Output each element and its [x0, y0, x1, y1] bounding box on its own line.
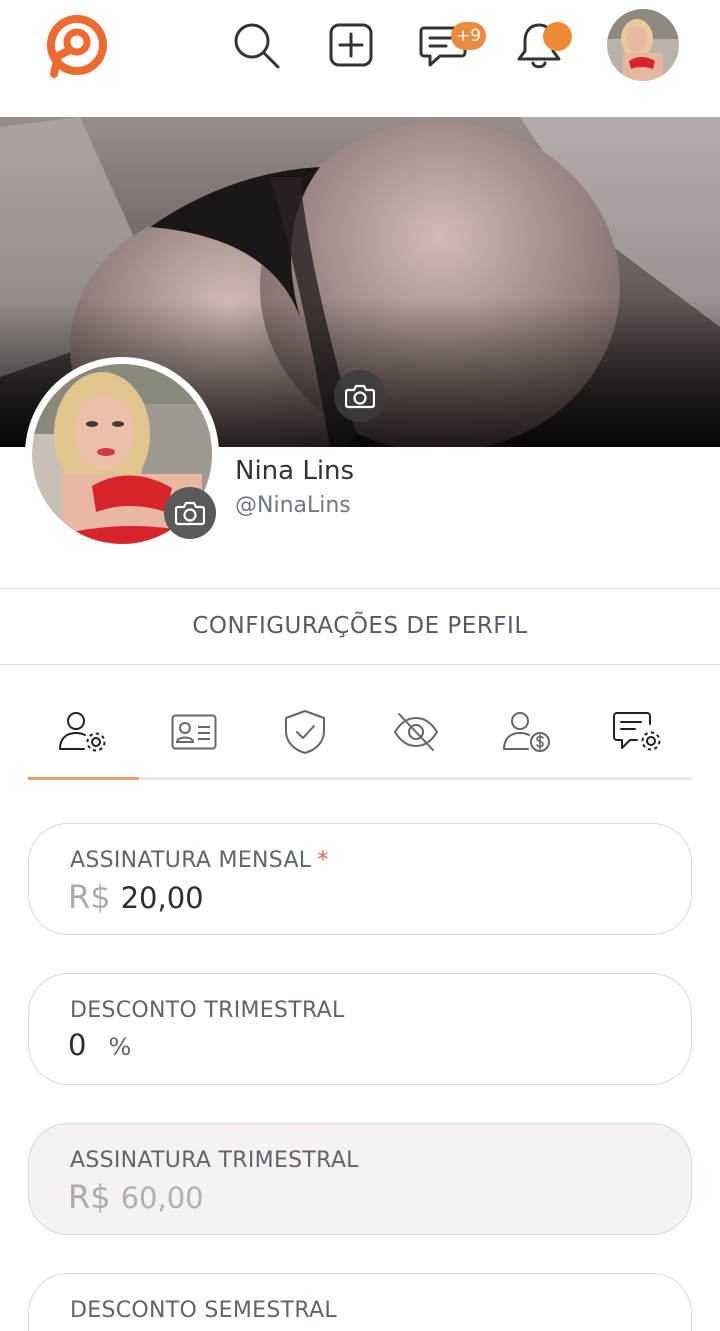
cover-camera-button[interactable]	[334, 370, 386, 422]
tab-security[interactable]	[250, 700, 360, 778]
currency-prefix: R$	[68, 878, 111, 916]
notification-dot	[543, 22, 572, 51]
currency-prefix: R$	[68, 1178, 111, 1216]
quarterly-discount-label: DESCONTO TRIMESTRAL	[70, 998, 345, 1023]
quarterly-discount-value[interactable]: 0	[68, 1028, 86, 1062]
shield-check-icon	[285, 710, 325, 754]
quarterly-subscription-label: ASSINATURA TRIMESTRAL	[70, 1148, 359, 1173]
monthly-subscription-field[interactable]: ASSINATURA MENSAL * R$ 20,00	[28, 823, 692, 935]
camera-icon	[175, 501, 205, 526]
required-mark: *	[317, 848, 329, 873]
quarterly-subscription-readonly: R$ 60,00	[68, 1178, 204, 1216]
profile-handle: @NinaLins	[235, 493, 351, 518]
divider	[0, 664, 720, 665]
semester-discount-field[interactable]: DESCONTO SEMESTRAL	[28, 1273, 692, 1331]
settings-title: CONFIGURAÇÕES DE PERFIL	[192, 613, 528, 639]
quarterly-subscription-field: ASSINATURA TRIMESTRAL R$ 60,00	[28, 1123, 692, 1235]
user-settings-icon	[59, 712, 106, 752]
field-label-text: ASSINATURA MENSAL	[70, 848, 312, 873]
settings-tabs	[28, 700, 692, 780]
id-card-icon	[171, 714, 217, 750]
quarterly-discount-input[interactable]: 0 %	[68, 1028, 131, 1062]
tab-subscription[interactable]	[472, 700, 582, 778]
quarterly-subscription-value: 60,00	[120, 1181, 204, 1215]
search-icon[interactable]	[229, 18, 283, 72]
messages-badge: +9	[451, 22, 487, 50]
profile-name: Nina Lins	[235, 456, 355, 486]
top-bar: +9	[0, 0, 720, 117]
semester-discount-label: DESCONTO SEMESTRAL	[70, 1298, 337, 1323]
user-avatar[interactable]	[607, 9, 679, 81]
message-settings-icon	[613, 712, 661, 751]
percent-suffix: %	[108, 1033, 132, 1061]
tab-message-settings[interactable]	[583, 700, 693, 778]
camera-icon	[345, 384, 375, 409]
quarterly-discount-field[interactable]: DESCONTO TRIMESTRAL 0 %	[28, 973, 692, 1085]
monthly-subscription-input[interactable]: R$ 20,00	[68, 878, 204, 916]
tab-personal-info[interactable]	[139, 700, 249, 778]
active-tab-indicator	[28, 777, 139, 780]
tab-profile-settings[interactable]	[28, 700, 138, 778]
user-money-icon	[503, 712, 550, 752]
logo-icon[interactable]	[44, 12, 110, 82]
eye-off-icon	[393, 713, 439, 751]
avatar-camera-button[interactable]	[164, 487, 216, 539]
add-post-icon[interactable]	[324, 18, 378, 72]
monthly-subscription-label: ASSINATURA MENSAL *	[70, 848, 329, 873]
tab-privacy[interactable]	[361, 700, 471, 778]
monthly-subscription-value[interactable]: 20,00	[121, 881, 204, 915]
